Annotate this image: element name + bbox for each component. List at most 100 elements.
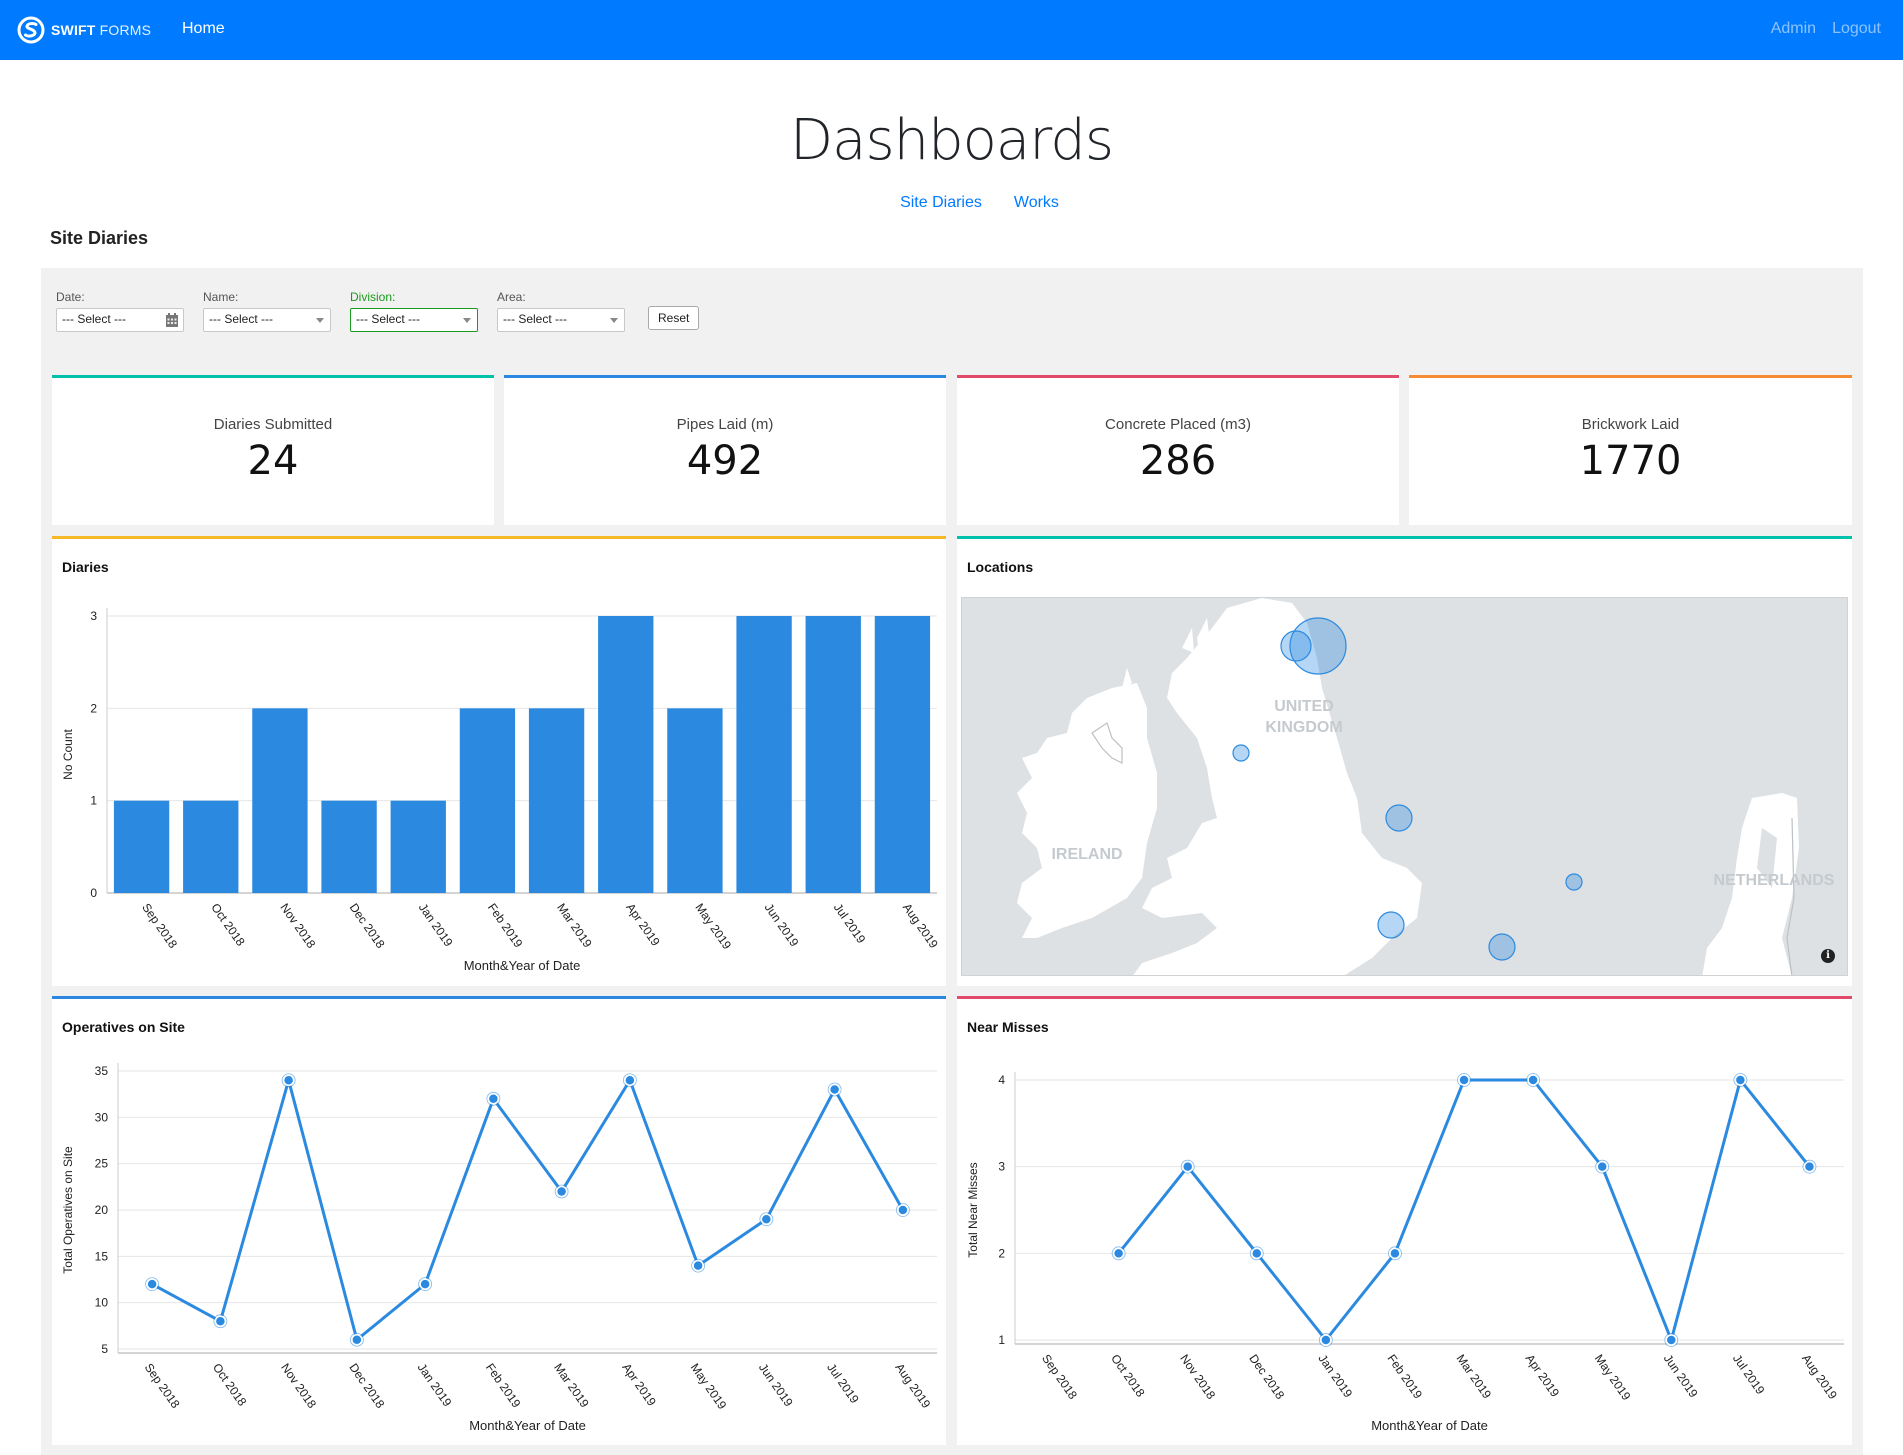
y-tick-label: 35 [95,1064,109,1078]
x-tick-label: Nov 2018 [1177,1352,1218,1402]
y-axis-title: Total Near Misses [966,1162,980,1257]
data-point [1251,1247,1263,1260]
data-point [1734,1074,1747,1086]
data-point [624,1074,636,1087]
stat-value: 24 [247,438,299,484]
area-select-value: --- Select --- [503,312,567,326]
data-point [1596,1160,1608,1173]
bar [805,616,861,893]
x-tick-label: Jun 2019 [756,1361,796,1410]
chevron-down-icon [610,318,618,323]
nav-admin-link[interactable]: Admin [1771,20,1816,38]
map-label-ireland: IRELAND [1051,846,1122,863]
bar [528,708,585,893]
division-select[interactable]: --- Select --- [350,308,478,332]
filter-division-label: Division: [350,290,396,304]
data-point [214,1315,227,1327]
y-tick-label: 2 [998,1246,1005,1260]
nav-logout-link[interactable]: Logout [1832,20,1881,38]
data-point [1665,1334,1678,1346]
x-axis-title: Month&Year of Date [469,1418,586,1433]
stat-card-diaries-submitted: Diaries Submitted 24 [52,375,494,525]
location-bubble[interactable] [1488,933,1516,961]
x-tick-label: Feb 2019 [1385,1352,1426,1402]
x-tick-label: Mar 2019 [1454,1352,1495,1402]
stat-card-brickwork-laid: Brickwork Laid 1770 [1409,375,1852,525]
y-tick-label: 20 [95,1203,109,1217]
map-canvas: UNITED KINGDOM IRELAND NETHERLANDS [1017,598,1835,975]
location-bubble[interactable] [1385,804,1413,832]
map-title: Locations [967,559,1034,575]
filter-bar: Date: --- Select --- Name: --- Select --… [56,290,700,332]
island-shape [1182,628,1194,653]
data-point [1458,1074,1470,1086]
map-label-uk-2: KINGDOM [1265,719,1342,736]
location-bubble[interactable] [1565,873,1583,891]
location-bubble[interactable] [1289,617,1347,675]
bar [390,800,446,893]
calendar-icon[interactable] [165,312,179,328]
y-tick-label: 10 [95,1296,109,1310]
y-tick-label: 30 [95,1110,109,1124]
dashboard-tabs: Site Diaries Works [0,194,1903,212]
brand-name-light: FORMS [99,22,152,38]
area-select[interactable]: --- Select --- [497,308,625,332]
info-icon[interactable]: i [1821,949,1835,963]
stat-label: Brickwork Laid [1581,416,1680,433]
reset-button[interactable]: Reset [648,306,700,330]
y-tick-label: 1 [90,794,97,808]
x-tick-label: May 2019 [688,1361,730,1412]
data-point [419,1278,431,1290]
location-bubble[interactable] [1377,911,1405,939]
y-tick-label: 1 [998,1333,1005,1347]
stat-label: Diaries Submitted [213,416,333,433]
x-tick-label: May 2019 [692,901,734,952]
data-point [351,1333,363,1346]
x-tick-label: Aug 2019 [892,1361,933,1411]
bar [667,708,723,893]
section-title: Site Diaries [50,228,149,248]
filter-date: Date: --- Select --- [56,290,184,332]
stat-value: 492 [686,438,764,484]
brand-name-bold: SWIFT [51,22,96,38]
y-tick-label: 4 [998,1073,1005,1087]
data-point [1112,1247,1125,1260]
data-point [1181,1160,1194,1173]
data-point [1320,1334,1332,1346]
page-title: Dashboards [790,108,1114,173]
near-misses-chart-card: Near Misses 1 2 3 4 Sep 2018 Oct 2018 Nov 2018… [957,996,1852,1445]
tab-works[interactable]: Works [1014,194,1059,212]
filter-name-label: Name: [203,290,239,304]
date-picker-value: --- Select --- [62,312,126,326]
data-point [487,1093,500,1105]
operatives-line-chart: 5 10 15 20 25 30 35 Sep 2018 Oct 2018 Nov 2018 Dec… [61,1063,937,1433]
y-tick-label: 25 [95,1157,109,1171]
bar [113,800,170,893]
chevron-down-icon [316,318,324,323]
filter-area: Area: --- Select --- [497,290,625,332]
operatives-chart-card: Operatives on Site 5 10 15 20 25 30 35 Sep 2018… [52,996,946,1445]
bar [459,708,516,893]
location-bubble[interactable] [1232,744,1250,762]
brand-logo[interactable]: SWIFT FORMS [17,16,151,44]
tab-site-diaries[interactable]: Site Diaries [900,194,982,212]
bar [874,616,931,893]
x-tick-label: Jan 2019 [1315,1352,1355,1401]
x-tick-label: Apr 2019 [623,901,663,949]
x-tick-label: Feb 2019 [485,901,526,951]
bar [183,800,239,893]
diaries-chart-card: Diaries 0 1 2 3 Sep 2018 Oct 2018 Nov 2018 Dec … [52,536,946,986]
nav-user-links: Admin Logout [1771,20,1881,38]
date-picker-input[interactable]: --- Select --- [56,308,184,332]
filter-name: Name: --- Select --- [203,290,331,332]
data-point [1527,1074,1539,1086]
y-tick-label: 5 [101,1342,108,1356]
name-select[interactable]: --- Select --- [203,308,331,332]
x-tick-label: Aug 2019 [1799,1352,1840,1402]
x-tick-label: Jan 2019 [416,901,456,950]
x-tick-label: Dec 2018 [347,901,388,951]
locations-map[interactable]: UNITED KINGDOM IRELAND NETHERLANDS i [961,597,1848,976]
nav-home-link[interactable]: Home [182,20,225,38]
x-tick-label: Feb 2019 [483,1361,524,1411]
x-tick-label: Jun 2019 [762,901,802,950]
